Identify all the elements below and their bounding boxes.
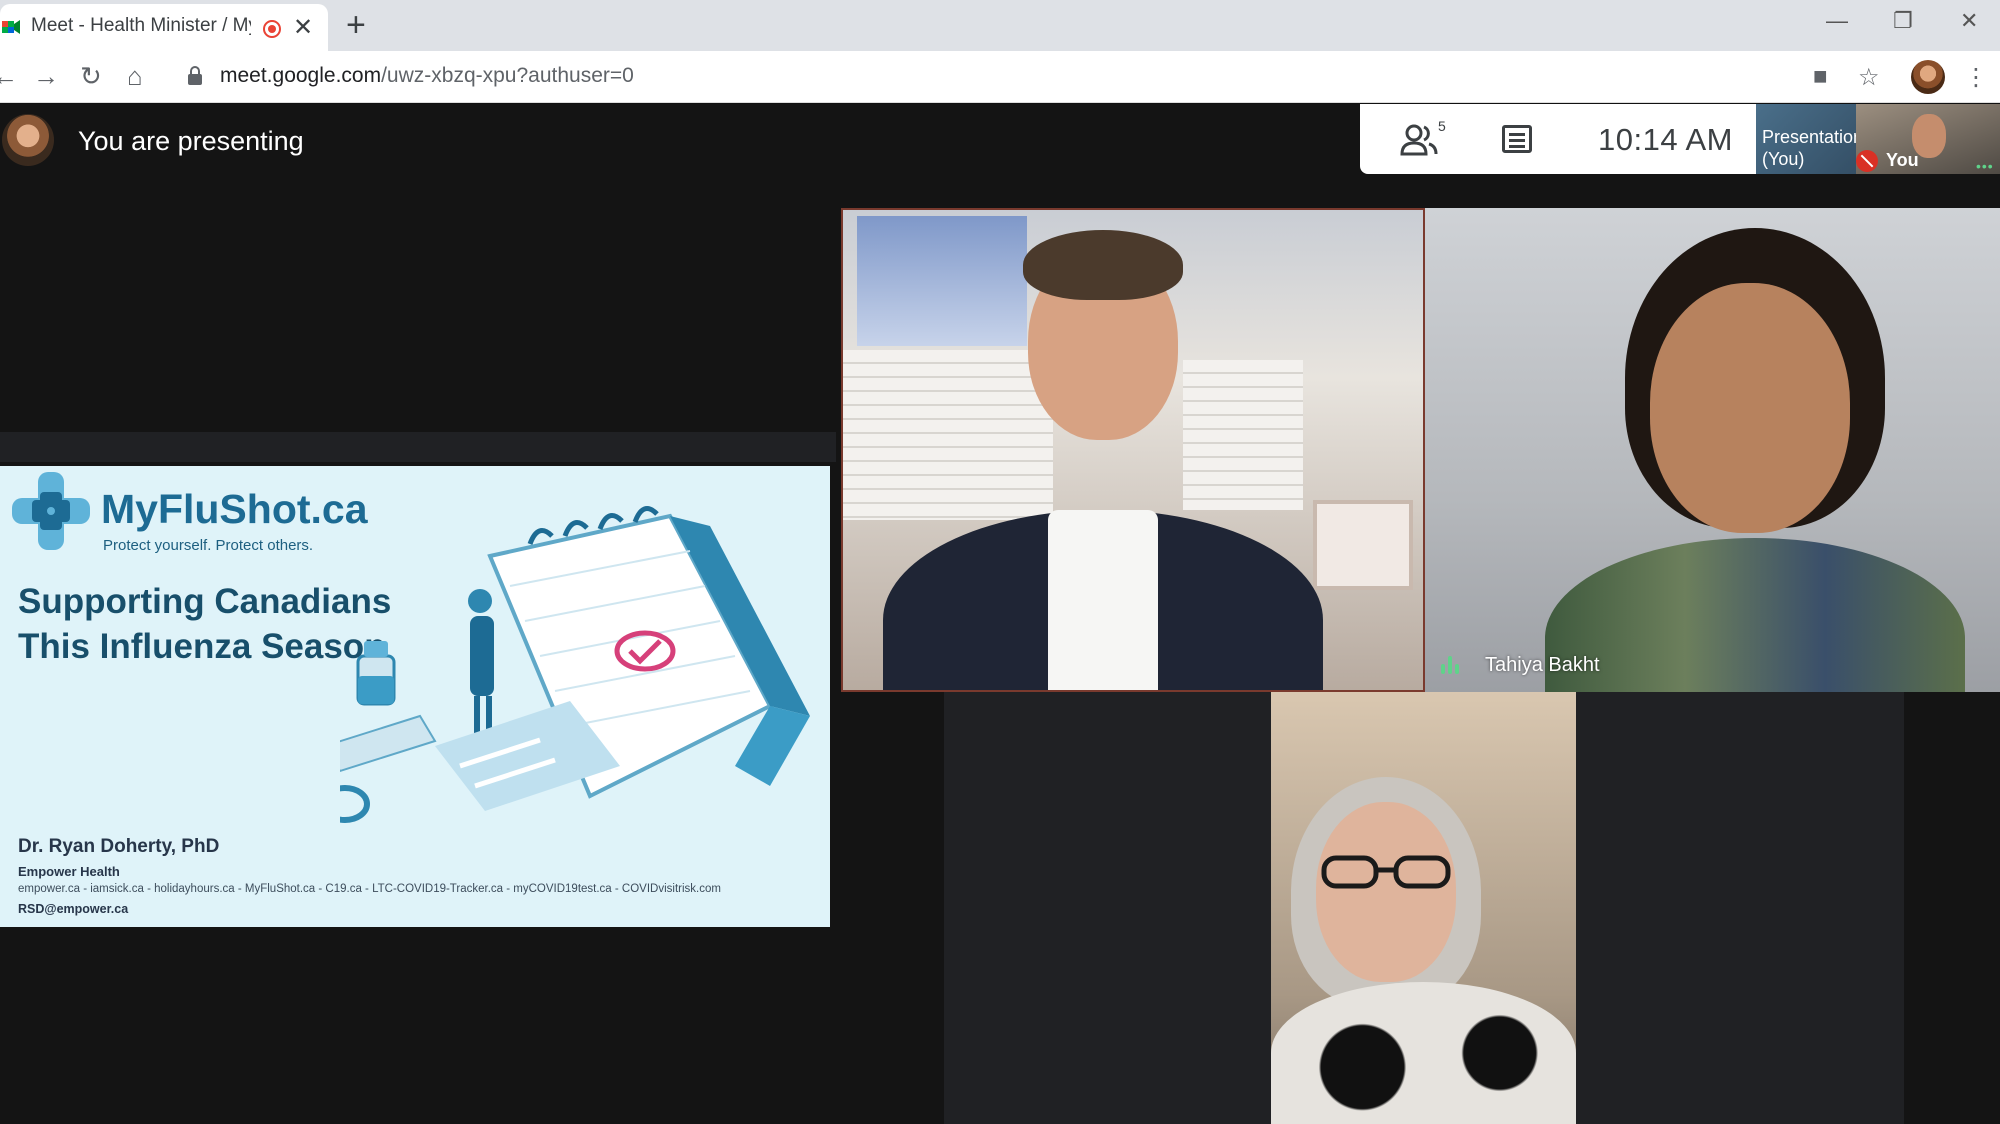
speaking-indicator-icon	[1441, 656, 1463, 676]
slide-contact-email: RSD@empower.ca	[18, 902, 129, 916]
home-button[interactable]: ⌂	[127, 61, 143, 92]
back-button[interactable]: ←	[0, 61, 18, 92]
meet-stage: You are presenting 5 10:14 AM Presentati…	[0, 104, 2000, 1124]
menu-icon[interactable]: ⋮	[1964, 63, 1988, 92]
browser-toolbar: ← → ↻ ⌂ meet.google.com/uwz-xbzq-xpu?aut…	[0, 51, 2000, 103]
camera-icon[interactable]: ■	[1813, 63, 1828, 91]
participant-2-body	[1545, 538, 1965, 692]
forward-button[interactable]: →	[33, 61, 59, 92]
chat-icon[interactable]	[1502, 125, 1532, 153]
presentation-frame-header	[0, 432, 836, 462]
mic-muted-icon	[1856, 150, 1878, 172]
url-path: /uwz-xbzq-xpu?authuser=0	[381, 64, 634, 87]
participant-3-camera	[1271, 692, 1576, 1124]
participant-3-body	[1271, 982, 1576, 1124]
background-window	[857, 216, 1027, 346]
background-photo-frame	[1313, 500, 1413, 590]
slide-organization: Empower Health	[18, 864, 120, 879]
meet-favicon-icon	[2, 20, 20, 34]
participant-2-head	[1650, 283, 1850, 533]
slide-tagline: Protect yourself. Protect others.	[103, 537, 314, 554]
tab-title: Meet - Health Minister / MyF	[31, 15, 251, 36]
slide-author: Dr. Ryan Doherty, PhD	[18, 836, 220, 857]
tab-close-button[interactable]: ✕	[293, 13, 313, 42]
star-icon[interactable]: ☆	[1858, 63, 1880, 92]
people-icon[interactable]	[1400, 122, 1440, 158]
glasses-icon	[1321, 855, 1451, 889]
window-close-button[interactable]: ✕	[1960, 8, 1978, 34]
restore-button[interactable]: ❐	[1893, 8, 1913, 34]
minimize-button[interactable]: —	[1826, 8, 1848, 34]
self-mini-label: You	[1886, 150, 1919, 170]
profile-avatar[interactable]	[1911, 60, 1945, 94]
self-view-tiles[interactable]: Presentation (You) You •••	[1756, 104, 2000, 174]
participant-3-head	[1316, 802, 1456, 982]
participant-tile-1[interactable]	[841, 208, 1425, 692]
bandage-cross-logo-icon	[12, 472, 90, 550]
participant-tile-3[interactable]	[944, 692, 1904, 1124]
meeting-clock: 10:14 AM	[1598, 122, 1733, 157]
new-tab-button[interactable]: +	[346, 6, 366, 45]
participant-1-shirt	[1048, 510, 1158, 690]
url-text[interactable]: meet.google.com/uwz-xbzq-xpu?authuser=0	[220, 64, 634, 88]
presenter-avatar	[2, 114, 54, 166]
more-options-icon[interactable]: •••	[1976, 158, 1994, 174]
address-bar[interactable]: meet.google.com/uwz-xbzq-xpu?authuser=0	[172, 57, 1872, 97]
background-shutters-right	[1183, 360, 1303, 510]
meet-top-bar: 5 10:14 AM	[1360, 104, 1756, 174]
participant-2-name: Tahiya Bakht	[1485, 654, 1600, 676]
lock-icon[interactable]	[188, 66, 202, 86]
background-shutters	[843, 350, 1053, 520]
recording-icon	[263, 20, 281, 38]
calendar-illustration-icon	[340, 506, 810, 823]
url-host: meet.google.com	[220, 64, 382, 87]
slide-websites: empower.ca - iamsick.ca - holidayhours.c…	[18, 883, 721, 895]
browser-tab-active[interactable]: Meet - Health Minister / MyF ✕	[0, 4, 328, 51]
tab-strip: Meet - Health Minister / MyF ✕ + — ❐ ✕	[0, 0, 2000, 51]
people-count: 5	[1438, 118, 1446, 134]
presenting-status: You are presenting	[78, 126, 304, 156]
participant-1-hair	[1023, 230, 1183, 300]
reload-button[interactable]: ↻	[80, 61, 102, 92]
participant-tile-2[interactable]: Tahiya Bakht	[1425, 208, 2000, 692]
slide-brand: MyFluShot.ca	[101, 486, 368, 532]
presentation-slide: MyFluShot.ca Protect yourself. Protect o…	[0, 466, 830, 927]
